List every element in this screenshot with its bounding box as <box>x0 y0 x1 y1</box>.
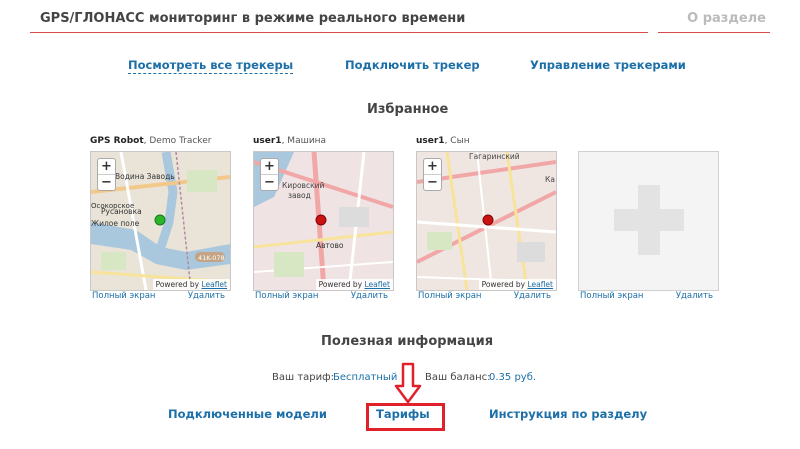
fullscreen-link[interactable]: Полный экран <box>418 291 481 301</box>
map-label: 41K-078 <box>198 254 225 262</box>
zoom-out-button[interactable]: − <box>424 174 441 190</box>
attribution-text: Powered by <box>155 280 200 289</box>
map-attribution: Powered by Leaflet <box>478 279 556 290</box>
tracker-user: GPS Robot <box>90 136 144 146</box>
map-label: Ка <box>545 175 555 184</box>
title-underline <box>30 32 648 33</box>
page-title: GPS/ГЛОНАСС мониторинг в режиме реальног… <box>40 11 466 26</box>
tracker-map[interactable]: Гагаринский Ка + − Powered by Leaflet <box>416 151 557 291</box>
tariffs-link[interactable]: Тарифы <box>376 407 430 421</box>
map-label: Автово <box>316 241 344 250</box>
map-label: Гагаринский <box>469 152 520 161</box>
zoom-in-button[interactable]: + <box>261 159 278 174</box>
tracker-marker[interactable] <box>315 214 327 226</box>
connected-models-link[interactable]: Подключенные модели <box>168 407 327 421</box>
tracker-map[interactable]: 41K-078 Водина Заводь Русановка Осокорск… <box>90 151 231 291</box>
instructions-link[interactable]: Инструкция по разделу <box>489 407 647 421</box>
zoom-in-button[interactable]: + <box>98 159 115 174</box>
add-favorite-slot[interactable] <box>578 151 719 291</box>
map-attribution: Powered by Leaflet <box>152 279 230 290</box>
delete-link[interactable]: Удалить <box>351 291 388 301</box>
tariff-label: Ваш тариф: <box>272 372 335 383</box>
delete-link[interactable]: Удалить <box>676 291 713 301</box>
leaflet-link[interactable]: Leaflet <box>364 280 390 289</box>
zoom-out-button[interactable]: − <box>98 174 115 190</box>
tracker-marker[interactable] <box>482 214 494 226</box>
balance-value: 0.35 руб. <box>489 372 537 383</box>
map-label: Водина Заводь <box>115 172 175 181</box>
fullscreen-link[interactable]: Полный экран <box>255 291 318 301</box>
tracker-marker[interactable] <box>154 214 166 226</box>
map-label: завод <box>288 191 311 200</box>
attribution-text: Powered by <box>318 280 363 289</box>
attribution-text: Powered by <box>481 280 526 289</box>
zoom-control: + − <box>260 158 279 191</box>
zoom-control: + − <box>97 158 116 191</box>
balance-label: Ваш баланс: <box>425 372 491 383</box>
map-attribution: Powered by Leaflet <box>315 279 393 290</box>
tracker-name: GPS Robot, Demo Tracker <box>90 136 211 146</box>
about-underline <box>658 32 770 33</box>
tracker-name: user1, Машина <box>253 136 326 146</box>
plus-icon-vertical <box>638 185 660 255</box>
tracker-map[interactable]: Кировский завод Автово + − Powered by Le… <box>253 151 394 291</box>
zoom-out-button[interactable]: − <box>261 174 278 190</box>
connect-tracker-link[interactable]: Подключить трекер <box>345 58 480 72</box>
tracker-user: user1 <box>416 136 445 146</box>
fullscreen-link[interactable]: Полный экран <box>580 291 643 301</box>
arrow-annotation-icon <box>394 362 422 404</box>
map-label: Осокорское <box>91 202 134 210</box>
tariff-value[interactable]: Бесплатный <box>333 372 397 383</box>
tracker-device: , Машина <box>281 136 327 146</box>
leaflet-link[interactable]: Leaflet <box>527 280 553 289</box>
zoom-in-button[interactable]: + <box>424 159 441 174</box>
tracker-device: , Сын <box>444 136 470 146</box>
delete-link[interactable]: Удалить <box>514 291 551 301</box>
favorites-title: Избранное <box>367 102 449 117</box>
tracker-name: user1, Сын <box>416 136 470 146</box>
delete-link[interactable]: Удалить <box>188 291 225 301</box>
fullscreen-link[interactable]: Полный экран <box>92 291 155 301</box>
map-label: Жилое поле <box>91 219 140 228</box>
top-nav: Посмотреть все трекеры Подключить трекер… <box>0 58 800 76</box>
view-all-trackers-link[interactable]: Посмотреть все трекеры <box>128 58 294 74</box>
tracker-user: user1 <box>253 136 282 146</box>
about-section-link[interactable]: О разделе <box>687 11 766 26</box>
page-header: GPS/ГЛОНАСС мониторинг в режиме реальног… <box>30 6 770 33</box>
leaflet-link[interactable]: Leaflet <box>201 280 227 289</box>
manage-trackers-link[interactable]: Управление трекерами <box>530 58 686 72</box>
useful-info-title: Полезная информация <box>321 334 494 349</box>
zoom-control: + − <box>423 158 442 191</box>
map-label: Кировский <box>282 181 324 190</box>
tracker-device: , Demo Tracker <box>143 136 212 146</box>
